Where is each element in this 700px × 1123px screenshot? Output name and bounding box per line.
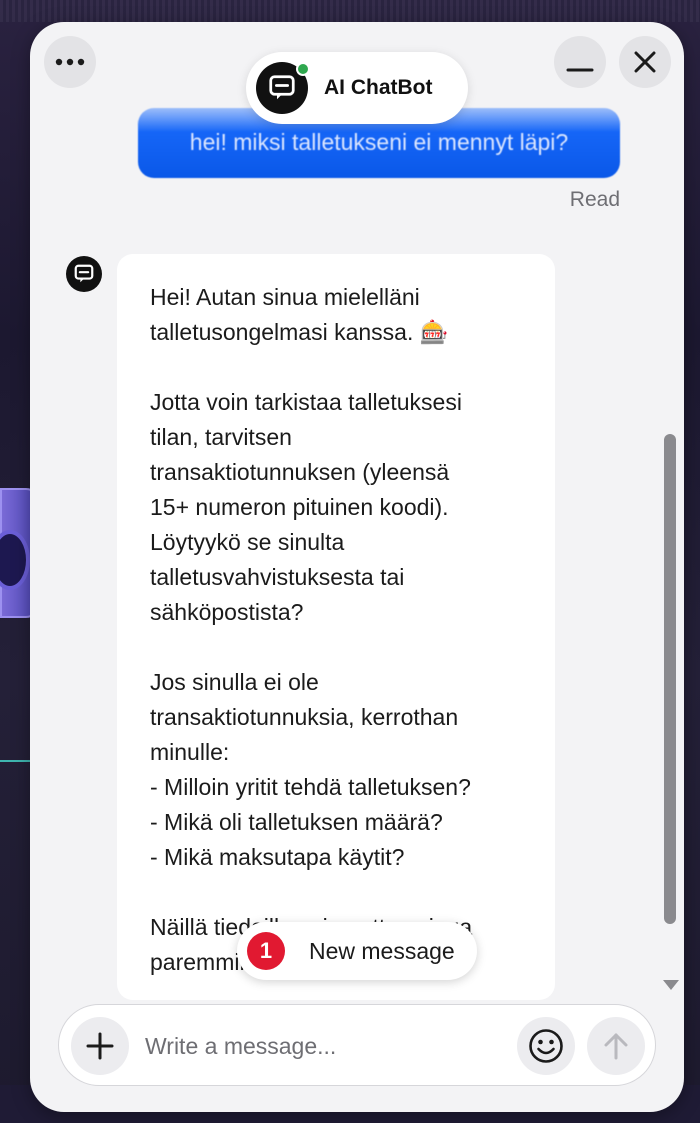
bot-line: minulle: bbox=[150, 739, 230, 765]
bot-line: sähköpostista? bbox=[150, 599, 304, 625]
bot-line: transaktiotunnuksia, kerrothan bbox=[150, 704, 459, 730]
new-message-button[interactable]: 1 New message bbox=[237, 922, 477, 980]
more-options-button[interactable] bbox=[44, 36, 96, 88]
message-composer bbox=[58, 1004, 656, 1086]
online-status-dot bbox=[296, 62, 310, 76]
bot-line: Hei! Autan sinua mielelläni bbox=[150, 284, 420, 310]
message-input[interactable] bbox=[145, 1025, 505, 1067]
attach-button[interactable] bbox=[71, 1017, 129, 1075]
emoji-icon bbox=[529, 1029, 563, 1063]
bot-line: - Mikä oli talletuksen määrä? bbox=[150, 809, 443, 835]
bot-line: tilan, tarvitsen bbox=[150, 424, 292, 450]
chat-title: AI ChatBot bbox=[246, 52, 468, 124]
bot-line: 15+ numeron pituinen koodi). bbox=[150, 494, 449, 520]
more-icon bbox=[55, 58, 85, 66]
chat-bubble-icon bbox=[269, 75, 295, 100]
new-message-label: New message bbox=[309, 937, 455, 964]
scroll-down-arrow[interactable] bbox=[663, 980, 679, 990]
bot-message: Hei! Autan sinua mielelläni talletusonge… bbox=[117, 254, 555, 1000]
bot-line: transaktiotunnuksen (yleensä bbox=[150, 459, 450, 485]
chat-title-text: AI ChatBot bbox=[324, 76, 433, 99]
bot-line: talletusongelmasi kanssa. 🎰 bbox=[150, 319, 449, 345]
bot-message-text: Hei! Autan sinua mielelläni talletusonge… bbox=[150, 280, 525, 980]
bot-line: - Milloin yritit tehdä talletuksen? bbox=[150, 774, 471, 800]
bot-avatar bbox=[66, 256, 102, 292]
chat-widget: hei! miksi talletukseni ei mennyt läpi? … bbox=[30, 22, 684, 1112]
user-message-text: hei! miksi talletukseni ei mennyt läpi? bbox=[189, 129, 569, 155]
plus-icon bbox=[86, 1032, 114, 1060]
background-strip bbox=[0, 0, 700, 22]
bot-line: Jotta voin tarkistaa talletuksesi bbox=[150, 389, 462, 415]
minimize-button[interactable] bbox=[554, 36, 606, 88]
bot-line: Jos sinulla ei ole bbox=[150, 669, 319, 695]
chat-bubble-icon bbox=[74, 264, 94, 283]
arrow-up-icon bbox=[604, 1033, 628, 1060]
emoji-button[interactable] bbox=[517, 1017, 575, 1075]
read-receipt: Read bbox=[569, 188, 620, 211]
scrollbar-thumb[interactable] bbox=[664, 434, 676, 924]
minimize-icon bbox=[566, 68, 594, 72]
close-button[interactable] bbox=[619, 36, 671, 88]
unread-count-badge: 1 bbox=[247, 932, 285, 970]
send-button[interactable] bbox=[587, 1017, 645, 1075]
bot-line: - Mikä maksutapa käytit? bbox=[150, 844, 405, 870]
bot-line: talletusvahvistuksesta tai bbox=[150, 564, 405, 590]
bot-avatar-header bbox=[256, 62, 310, 114]
bot-line: Löytyykö se sinulta bbox=[150, 529, 345, 555]
close-icon bbox=[634, 51, 656, 73]
